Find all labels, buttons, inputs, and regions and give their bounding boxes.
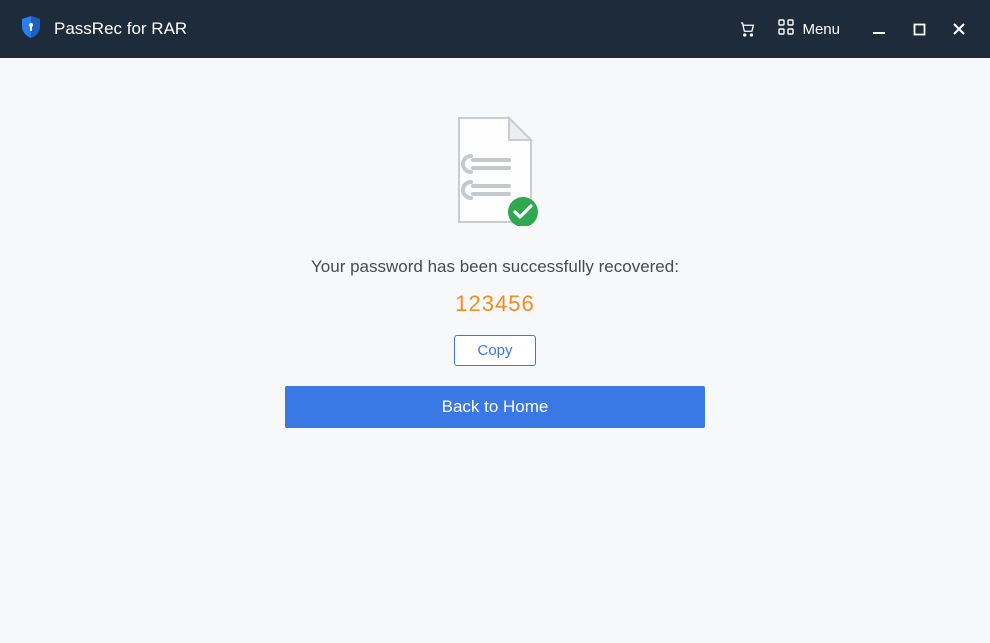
titlebar-right: Menu bbox=[738, 19, 990, 39]
maximize-button[interactable] bbox=[910, 20, 928, 38]
document-success-icon bbox=[451, 116, 539, 231]
content-area: Your password has been successfully reco… bbox=[0, 58, 990, 643]
app-title: PassRec for RAR bbox=[54, 19, 187, 39]
back-to-home-button[interactable]: Back to Home bbox=[285, 386, 705, 428]
copy-button[interactable]: Copy bbox=[454, 335, 535, 366]
recovered-password: 123456 bbox=[455, 291, 534, 317]
titlebar-left: PassRec for RAR bbox=[20, 15, 187, 44]
grid-icon bbox=[778, 19, 794, 39]
titlebar: PassRec for RAR Menu bbox=[0, 0, 990, 58]
success-message: Your password has been successfully reco… bbox=[311, 257, 679, 277]
close-button[interactable] bbox=[950, 20, 968, 38]
shield-icon bbox=[20, 15, 42, 44]
cart-icon[interactable] bbox=[738, 20, 756, 38]
menu-label: Menu bbox=[802, 21, 840, 38]
menu-button[interactable]: Menu bbox=[778, 19, 840, 39]
window-controls bbox=[870, 20, 968, 38]
minimize-button[interactable] bbox=[870, 20, 888, 38]
